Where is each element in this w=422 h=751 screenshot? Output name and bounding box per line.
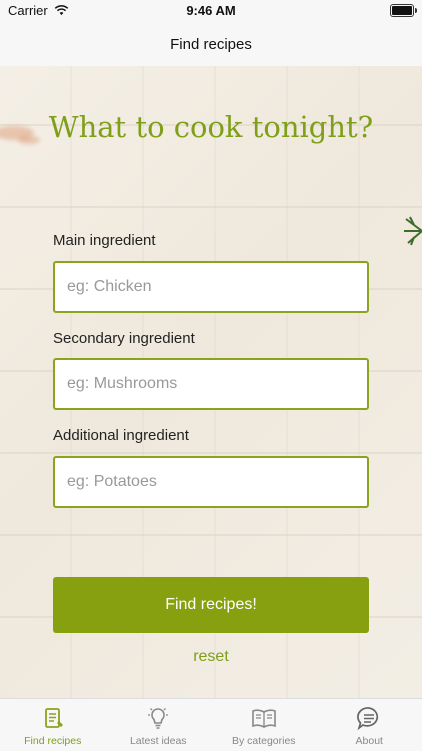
tab-label: By categories <box>232 735 296 747</box>
page-headline: What to cook tonight? <box>0 110 422 144</box>
secondary-ingredient-field[interactable] <box>53 358 369 410</box>
secondary-ingredient-input[interactable] <box>55 360 367 408</box>
tab-about[interactable]: About <box>317 699 422 751</box>
additional-ingredient-input[interactable] <box>55 458 367 506</box>
tab-latest-ideas[interactable]: Latest ideas <box>106 699 212 751</box>
herb-decoration <box>392 211 422 251</box>
recipe-book-icon <box>40 705 66 731</box>
main-ingredient-label: Main ingredient <box>53 232 156 249</box>
lightbulb-icon <box>145 705 171 731</box>
battery-icon <box>390 4 414 17</box>
additional-ingredient-label: Additional ingredient <box>53 427 189 444</box>
secondary-ingredient-label: Secondary ingredient <box>53 330 195 347</box>
navigation-bar: Find recipes <box>0 22 422 67</box>
tab-label: Latest ideas <box>130 735 187 747</box>
status-bar: Carrier 9:46 AM <box>0 0 422 22</box>
chat-bubble-icon <box>356 705 382 731</box>
nav-title: Find recipes <box>170 36 252 53</box>
search-form-area: What to cook tonight? Main ingredient Se… <box>0 66 422 698</box>
open-book-icon <box>251 705 277 731</box>
tab-bar: Find recipes Latest ideas By categories … <box>0 698 422 751</box>
tab-label: Find recipes <box>24 735 81 747</box>
main-ingredient-input[interactable] <box>55 263 367 311</box>
tab-by-categories[interactable]: By categories <box>211 699 317 751</box>
additional-ingredient-field[interactable] <box>53 456 369 508</box>
find-recipes-button[interactable]: Find recipes! <box>53 577 369 633</box>
main-ingredient-field[interactable] <box>53 261 369 313</box>
reset-link[interactable]: reset <box>0 648 422 666</box>
clock: 9:46 AM <box>0 3 422 18</box>
tab-label: About <box>356 735 383 747</box>
tab-find-recipes[interactable]: Find recipes <box>0 699 106 751</box>
